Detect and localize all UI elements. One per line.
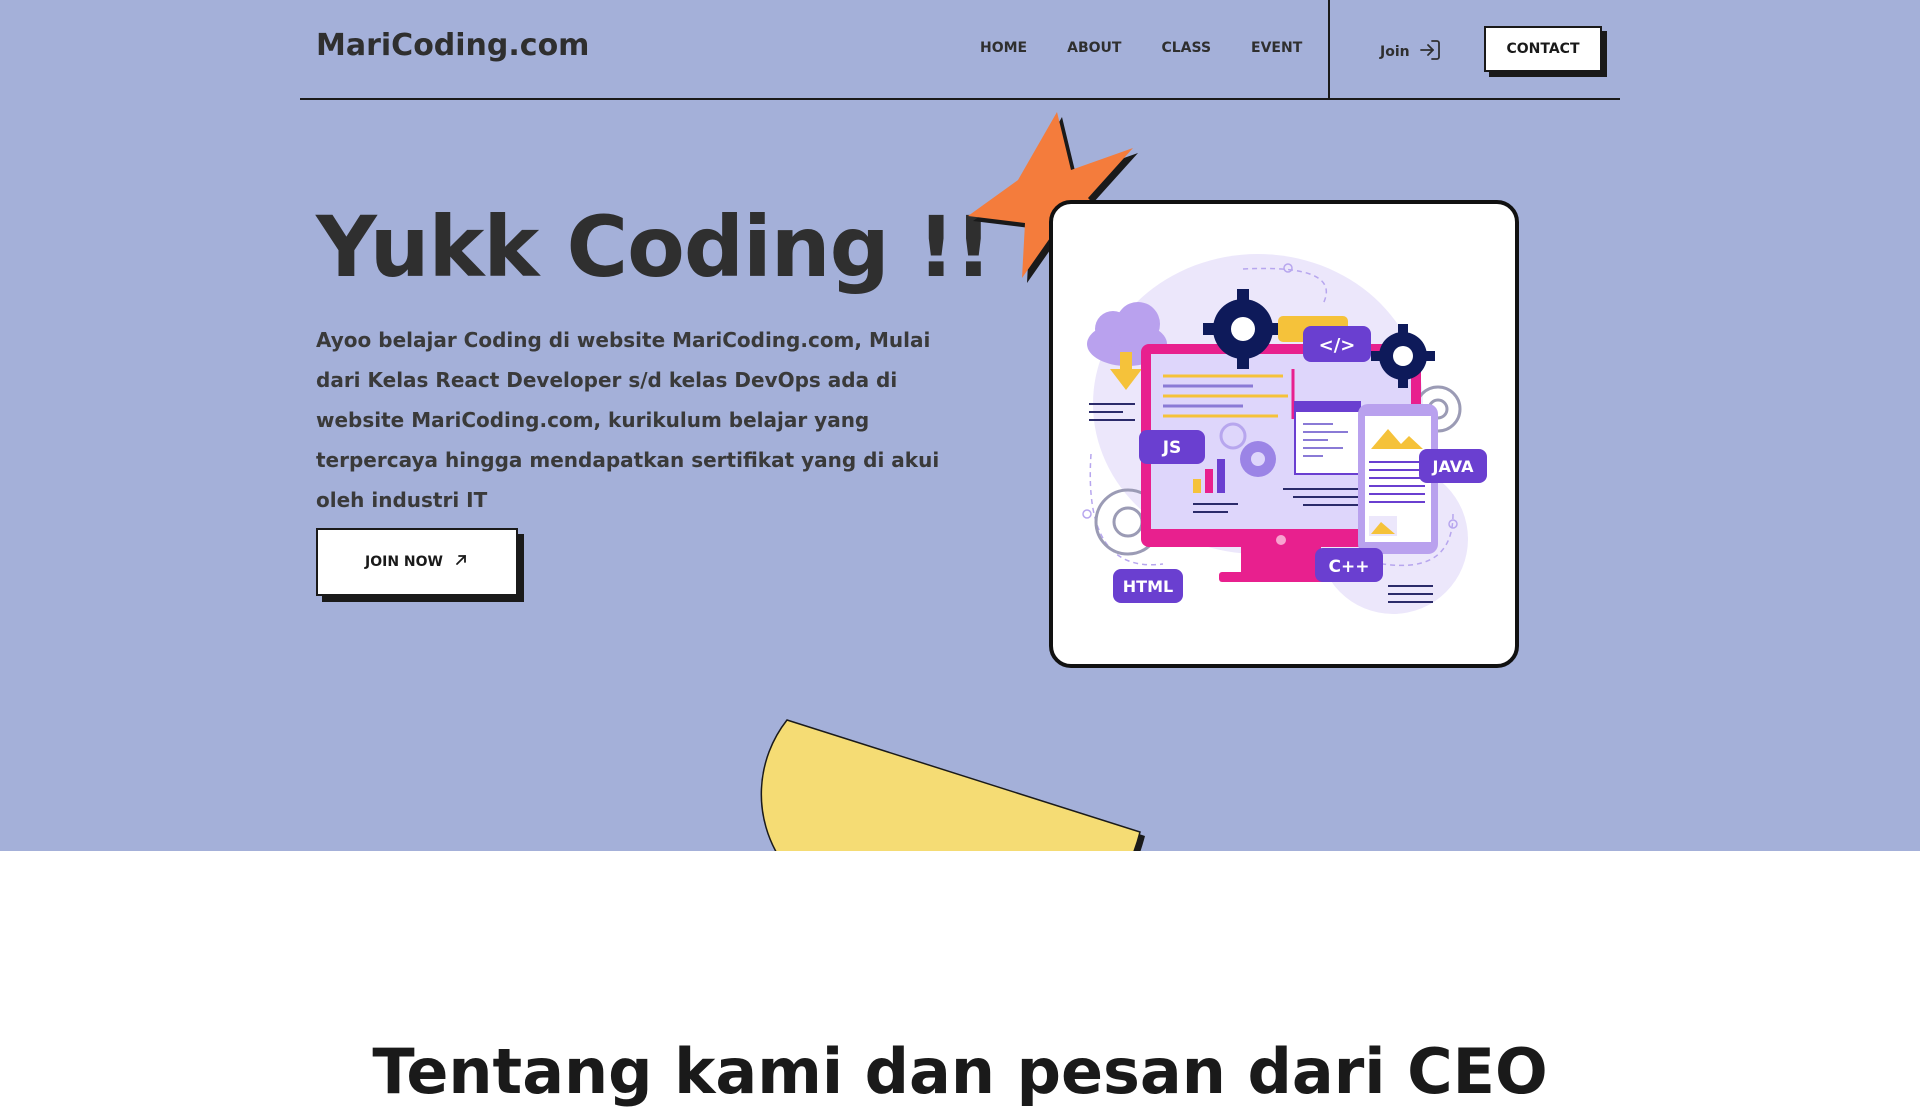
coding-illustration: </> JS JAVA HTML C++: [1082, 254, 1487, 614]
tag-js-label: JS: [1162, 438, 1182, 458]
about-section-title: Tentang kami dan pesan dari CEO: [372, 1035, 1548, 1108]
illustration-card: </> JS JAVA HTML C++: [1049, 200, 1519, 668]
nav-link-class[interactable]: CLASS: [1161, 40, 1211, 56]
hero-description: Ayoo belajar Coding di website MariCodin…: [316, 328, 940, 512]
tag-code: </>: [1303, 326, 1371, 362]
tag-html: HTML: [1113, 569, 1183, 603]
hero-title: Yukk Coding !!: [316, 198, 993, 296]
site-logo[interactable]: MariCoding.com: [316, 28, 589, 63]
nav-link-about[interactable]: ABOUT: [1067, 40, 1121, 56]
tag-cpp-label: C++: [1329, 557, 1370, 577]
sign-in-icon: [1418, 38, 1442, 66]
tag-java: JAVA: [1419, 449, 1487, 483]
nav-divider: [1328, 0, 1330, 100]
join-link[interactable]: Join: [1380, 38, 1442, 66]
tag-html-label: HTML: [1123, 577, 1173, 596]
contact-button[interactable]: CONTACT: [1484, 26, 1602, 72]
navbar: MariCoding.com HOME ABOUT CLASS EVENT Jo…: [300, 0, 1620, 100]
join-now-label: JOIN NOW: [365, 554, 443, 570]
arrow-up-right-icon: [453, 552, 469, 572]
nav-link-home[interactable]: HOME: [980, 40, 1027, 56]
hero-section: MariCoding.com HOME ABOUT CLASS EVENT Jo…: [0, 0, 1920, 851]
tag-code-label: </>: [1319, 335, 1356, 356]
join-now-button[interactable]: JOIN NOW: [316, 528, 518, 596]
tag-js: JS: [1139, 430, 1205, 464]
half-disc-decoration: [760, 719, 1145, 851]
join-label: Join: [1380, 44, 1410, 60]
tag-java-label: JAVA: [1432, 457, 1475, 476]
tag-cpp: C++: [1315, 548, 1383, 582]
nav-link-event[interactable]: EVENT: [1251, 40, 1302, 56]
nav-links: HOME ABOUT CLASS EVENT: [980, 40, 1342, 56]
